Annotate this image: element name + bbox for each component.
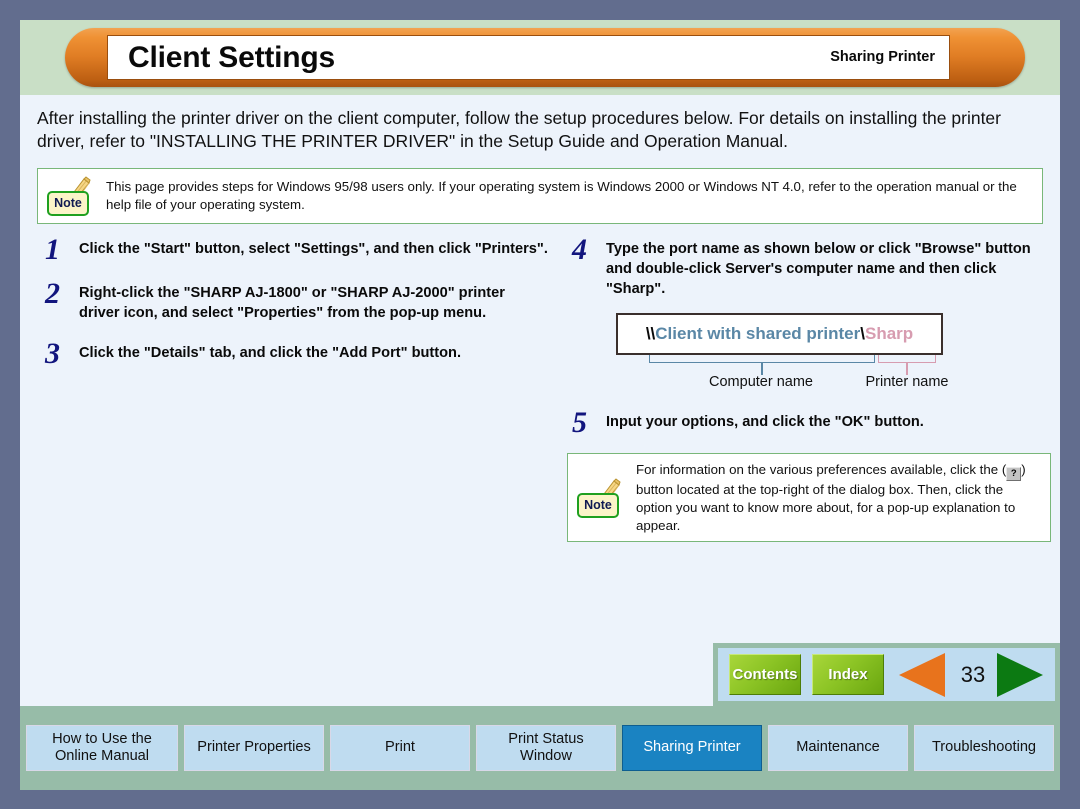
page-header: Client Settings Sharing Printer	[20, 20, 1060, 95]
port-name-diagram: \\Client with shared printer\Sharp Compu…	[616, 313, 1046, 395]
help-question-icon: ?	[1006, 467, 1022, 482]
step-number: 4	[572, 232, 587, 266]
step-text: Type the port name as shown below or cli…	[606, 240, 1031, 297]
step-number: 1	[45, 232, 60, 266]
pager-inner: Contents Index 33	[718, 648, 1055, 701]
step-item: 3 Click the "Details" tab, and click the…	[37, 336, 548, 370]
tab-printer-properties[interactable]: Printer Properties	[184, 725, 324, 771]
port-name-callouts: Computer name Printer name	[616, 355, 949, 395]
tab-sharing-printer[interactable]: Sharing Printer	[622, 725, 762, 771]
tab-troubleshooting[interactable]: Troubleshooting	[914, 725, 1054, 771]
page-body: After installing the printer driver on t…	[20, 95, 1060, 706]
printer-name-brace	[878, 355, 936, 364]
computer-name-caption: Computer name	[709, 374, 813, 391]
tab-print-status-window[interactable]: Print Status Window	[476, 725, 616, 771]
port-name-value: \\Client with shared printer\Sharp	[646, 324, 913, 344]
step-item: 2 Right-click the "SHARP AJ-1800" or "SH…	[37, 276, 548, 324]
step-text: Click the "Start" button, select "Settin…	[79, 240, 548, 257]
step-text: Click the "Details" tab, and click the "…	[79, 344, 462, 361]
steps-right-column: 4 Type the port name as shown below or c…	[548, 232, 1051, 543]
tab-maintenance[interactable]: Maintenance	[768, 725, 908, 771]
index-button[interactable]: Index	[812, 654, 884, 695]
section-tab-bar: How to Use the Online Manual Printer Pro…	[20, 706, 1060, 790]
intro-paragraph: After installing the printer driver on t…	[37, 108, 1001, 152]
page-title: Client Settings	[128, 40, 336, 74]
header-section-label: Sharing Printer	[830, 49, 935, 65]
note-bottom-text-part1: For information on the various preferenc…	[636, 462, 1007, 478]
previous-page-arrow-icon[interactable]	[899, 652, 945, 697]
note-box-bottom: Note For information on the various pref…	[567, 453, 1051, 543]
port-name-box: \\Client with shared printer\Sharp	[616, 313, 943, 356]
step-number: 2	[45, 276, 60, 310]
contents-button[interactable]: Contents	[729, 654, 801, 695]
title-capsule: Client Settings Sharing Printer	[65, 28, 1025, 87]
steps-left-column: 1 Click the "Start" button, select "Sett…	[34, 232, 548, 543]
step-number: 3	[45, 336, 60, 370]
next-page-arrow-icon[interactable]	[997, 652, 1043, 697]
step-item: 4 Type the port name as shown below or c…	[564, 232, 1046, 300]
note-box-top: Note This page provides steps for Window…	[37, 167, 1043, 224]
step-number: 5	[572, 406, 587, 440]
pager-panel: Contents Index 33	[713, 643, 1060, 706]
step-item: 5 Input your options, and click the "OK"…	[564, 406, 1046, 440]
port-computer-name: Client with shared printer	[655, 324, 861, 344]
computer-name-brace	[649, 355, 875, 364]
port-printer-name: Sharp	[864, 324, 914, 344]
printer-name-caption: Printer name	[865, 374, 949, 391]
title-inner-panel: Client Settings Sharing Printer	[107, 35, 950, 80]
note-icon: Note	[576, 478, 622, 518]
tab-how-to-use-the-online-manual[interactable]: How to Use the Online Manual	[26, 725, 178, 771]
note-badge-label: Note	[577, 492, 619, 518]
port-lead-slashes: \\	[645, 324, 656, 344]
page-number: 33	[960, 661, 986, 687]
tab-print[interactable]: Print	[330, 725, 470, 771]
manual-page: Client Settings Sharing Printer After in…	[20, 20, 1060, 790]
note-top-text: This page provides steps for Windows 95/…	[106, 178, 1017, 212]
note-bottom-text: For information on the various preferenc…	[636, 461, 1040, 534]
step-text: Right-click the "SHARP AJ-1800" or "SHAR…	[79, 284, 505, 321]
step-text: Input your options, and click the "OK" b…	[606, 414, 924, 431]
note-badge-label: Note	[47, 190, 89, 216]
steps-columns: 1 Click the "Start" button, select "Sett…	[34, 232, 1051, 543]
note-icon: Note	[46, 175, 92, 216]
step-item: 1 Click the "Start" button, select "Sett…	[37, 232, 548, 266]
